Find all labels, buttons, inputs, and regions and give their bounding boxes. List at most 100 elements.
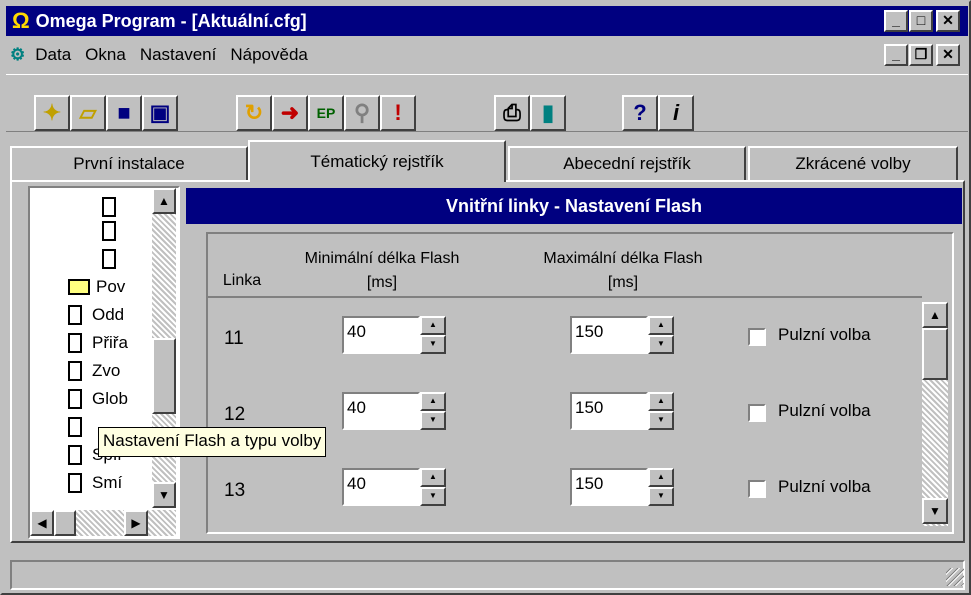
tree-scroll-up-button[interactable]: ▲ [152, 188, 176, 214]
search-icon[interactable]: ⚲ [344, 95, 380, 131]
exit-door-icon[interactable]: ▮ [530, 95, 566, 131]
max-flash-spinner[interactable]: ▲ ▼ [648, 392, 674, 430]
max-flash-input[interactable]: 150 [570, 392, 648, 430]
document-icon [102, 197, 116, 217]
max-flash-spinner[interactable]: ▲ ▼ [648, 468, 674, 506]
document-icon [68, 417, 82, 437]
tree-scroll-thumb[interactable] [152, 338, 176, 414]
tree-item[interactable] [102, 218, 126, 244]
document-icon [68, 473, 82, 493]
flash-settings-grid: 11 40 ▲ ▼ 150 ▲ ▼ Pulzní volba 12 40 ▲ ▼ 15… [206, 296, 948, 526]
mdi-app-icon[interactable]: ⚙ [10, 45, 25, 65]
open-folder-icon[interactable]: ▱ [70, 95, 106, 131]
document-icon [68, 361, 82, 381]
row-linka-label: 12 [224, 404, 246, 425]
menu-bar: ⚙ Data Okna Nastavení Nápověda _ ❐ ✕ [6, 40, 968, 70]
min-flash-spinner[interactable]: ▲ ▼ [420, 468, 446, 506]
tab-prvni-instalace[interactable]: První instalace [10, 146, 248, 180]
tab-zkracene-volby[interactable]: Zkrácené volby [748, 146, 958, 180]
maximize-button[interactable]: □ [909, 10, 933, 32]
print-icon[interactable]: ⎙ [494, 95, 530, 131]
tree-item[interactable]: Odd [68, 302, 124, 328]
close-button[interactable]: ✕ [936, 10, 960, 32]
min-flash-input[interactable]: 40 [342, 316, 420, 354]
upload-icon[interactable]: ➜ [272, 95, 308, 131]
max-flash-input[interactable]: 150 [570, 316, 648, 354]
tree-scroll-down-button[interactable]: ▼ [152, 482, 176, 508]
folder-icon [68, 279, 90, 295]
min-flash-input[interactable]: 40 [342, 468, 420, 506]
spin-down-button[interactable]: ▼ [420, 487, 446, 506]
panel-header: Vnitřní linky - Nastavení Flash [186, 188, 962, 224]
tooltip: Nastavení Flash a typu volby [98, 427, 327, 457]
tree-hscroll-thumb[interactable] [54, 510, 76, 536]
save-as-icon[interactable]: ▣ [142, 95, 178, 131]
document-icon [68, 305, 82, 325]
spin-up-button[interactable]: ▲ [648, 392, 674, 411]
grid-scroll-thumb[interactable] [922, 328, 948, 380]
min-flash-input[interactable]: 40 [342, 392, 420, 430]
max-flash-spinner[interactable]: ▲ ▼ [648, 316, 674, 354]
tree-item[interactable]: Zvo [68, 358, 120, 384]
tab-abecedni-rejstrik[interactable]: Abecední rejstřík [508, 146, 746, 180]
min-flash-spinner[interactable]: ▲ ▼ [420, 316, 446, 354]
spin-down-button[interactable]: ▼ [648, 411, 674, 430]
spin-up-button[interactable]: ▲ [420, 468, 446, 487]
pulse-dial-label: Pulzní volba [778, 477, 871, 496]
tree-item[interactable]: Pov [68, 274, 125, 300]
tree-item[interactable]: Glob [68, 386, 128, 412]
tree-view[interactable]: Pov Odd Přiřa Zvo Glob Spír Smí ▲ ▼ ◀ ▶ [28, 186, 180, 539]
spin-down-button[interactable]: ▼ [420, 411, 446, 430]
spin-up-button[interactable]: ▲ [648, 316, 674, 335]
ep-icon[interactable]: EP [308, 95, 344, 131]
pulse-dial-checkbox[interactable] [748, 404, 766, 422]
tab-tematicky-rejstrik[interactable]: Tématický rejstřík [248, 140, 506, 182]
minimize-button[interactable]: _ [884, 10, 908, 32]
resize-grip-icon[interactable] [946, 568, 964, 586]
toolbar: ✦ ▱ ■ ▣ ↻ ➜ EP ⚲ ! ⎙ ▮ ? i [6, 74, 968, 132]
spin-down-button[interactable]: ▼ [420, 335, 446, 354]
spin-up-button[interactable]: ▲ [420, 316, 446, 335]
mdi-restore-button[interactable]: ❐ [909, 44, 933, 66]
tree-item[interactable]: Přiřa [68, 330, 128, 356]
menu-data[interactable]: Data [35, 45, 71, 65]
status-bar [10, 560, 965, 590]
document-icon [102, 221, 116, 241]
window-title: Omega Program - [Aktuální.cfg] [35, 10, 307, 31]
tab-strip: První instalace Tématický rejstřík Abece… [10, 140, 965, 182]
tree-item[interactable] [102, 194, 126, 220]
alert-icon[interactable]: ! [380, 95, 416, 131]
grid-scroll-down-button[interactable]: ▼ [922, 498, 948, 524]
document-icon [68, 445, 82, 465]
document-icon [68, 389, 82, 409]
col-min-header: Minimální délka Flash [304, 250, 460, 267]
min-flash-spinner[interactable]: ▲ ▼ [420, 392, 446, 430]
tree-item[interactable] [68, 414, 92, 440]
help-icon[interactable]: ? [622, 95, 658, 131]
new-icon[interactable]: ✦ [34, 95, 70, 131]
max-flash-input[interactable]: 150 [570, 468, 648, 506]
pulse-dial-checkbox[interactable] [748, 480, 766, 498]
spin-down-button[interactable]: ▼ [648, 487, 674, 506]
spin-up-button[interactable]: ▲ [420, 392, 446, 411]
tree-scroll-right-button[interactable]: ▶ [124, 510, 148, 536]
tree-item[interactable]: Smí [68, 470, 122, 496]
spin-down-button[interactable]: ▼ [648, 335, 674, 354]
menu-napoveda[interactable]: Nápověda [230, 45, 308, 65]
mdi-close-button[interactable]: ✕ [936, 44, 960, 66]
save-icon[interactable]: ■ [106, 95, 142, 131]
pulse-dial-checkbox[interactable] [748, 328, 766, 346]
spin-up-button[interactable]: ▲ [648, 468, 674, 487]
info-icon[interactable]: i [658, 95, 694, 131]
menu-nastaveni[interactable]: Nastavení [140, 45, 217, 65]
col-max-header: Maximální délka Flash [543, 250, 703, 267]
grid-scroll-up-button[interactable]: ▲ [922, 302, 948, 328]
download-icon[interactable]: ↻ [236, 95, 272, 131]
pulse-dial-label: Pulzní volba [778, 401, 871, 420]
title-bar[interactable]: Ω Omega Program - [Aktuální.cfg] _ □ ✕ [6, 6, 968, 36]
tree-scroll-left-button[interactable]: ◀ [30, 510, 54, 536]
mdi-minimize-button[interactable]: _ [884, 44, 908, 66]
menu-okna[interactable]: Okna [85, 45, 126, 65]
tree-item[interactable] [102, 246, 126, 272]
document-icon [68, 333, 82, 353]
